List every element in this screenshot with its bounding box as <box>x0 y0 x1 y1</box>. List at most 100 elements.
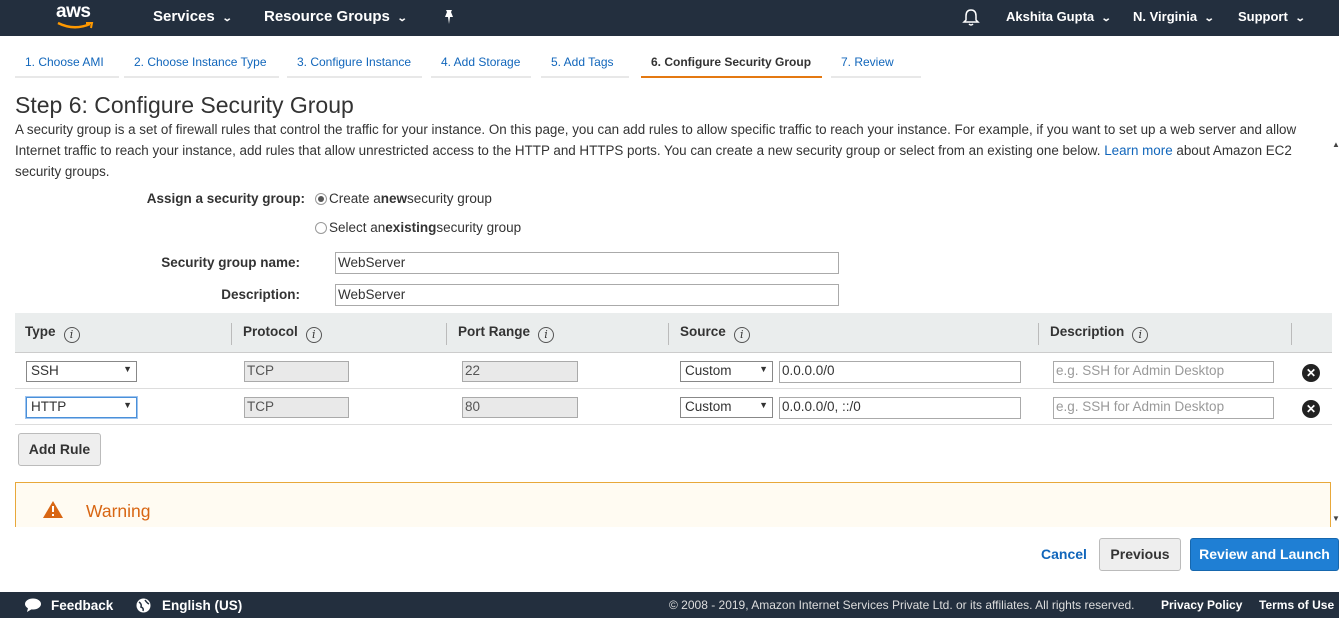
security-group-name-input[interactable]: WebServer <box>335 252 839 274</box>
source-mode-select[interactable]: Custom ▼ <box>680 397 773 418</box>
column-divider <box>1038 323 1039 345</box>
source-mode-value: Custom <box>685 363 732 378</box>
source-mode-value: Custom <box>685 399 732 414</box>
chevron-down-icon: ⌄ <box>1100 13 1112 24</box>
aws-smile-icon <box>57 21 94 29</box>
feedback-link[interactable]: Feedback <box>51 592 113 618</box>
footer-bar: Feedback English (US) © 2008 - 2019, Ama… <box>0 592 1339 618</box>
port-range-field: 80 <box>462 397 578 418</box>
header-description-label: Description <box>1050 324 1125 339</box>
resource-groups-menu[interactable]: Resource Groups ⌄ <box>264 0 408 36</box>
header-protocol-label: Protocol <box>243 324 298 339</box>
header-description: Description i <box>1040 313 1149 353</box>
radio-button-selected[interactable] <box>315 192 327 205</box>
tab-choose-instance-type[interactable]: 2. Choose Instance Type <box>124 51 279 78</box>
aws-logo[interactable]: aws <box>54 1 104 33</box>
user-menu[interactable]: Akshita Gupta ⌄ <box>1006 0 1112 36</box>
support-menu[interactable]: Support ⌄ <box>1238 0 1306 36</box>
chevron-down-icon: ⌄ <box>1203 13 1215 24</box>
radio-existing-text: Select an <box>329 220 386 235</box>
language-selector[interactable]: English (US) <box>162 592 242 618</box>
header-port-range: Port Range i <box>448 313 555 353</box>
chevron-down-icon: ⌄ <box>221 13 233 24</box>
column-divider <box>231 323 232 345</box>
radio-existing-bold: existing <box>385 220 437 235</box>
tab-add-storage[interactable]: 4. Add Storage <box>431 51 531 78</box>
info-icon[interactable]: i <box>305 327 322 343</box>
radio-create-new[interactable]: Create a new security group <box>315 191 492 206</box>
chevron-down-icon: ⌄ <box>1294 13 1306 24</box>
feedback-icon <box>25 598 41 612</box>
bell-icon[interactable] <box>962 8 980 27</box>
pin-icon[interactable] <box>441 9 457 25</box>
radio-new-text: Create a <box>329 191 381 206</box>
tab-add-tags[interactable]: 5. Add Tags <box>541 51 629 78</box>
port-range-field: 22 <box>462 361 578 382</box>
radio-new-bold: new <box>380 191 408 206</box>
support-label: Support <box>1238 9 1288 24</box>
learn-more-link[interactable]: Learn more <box>1104 143 1172 158</box>
globe-icon <box>136 598 151 613</box>
type-select[interactable]: HTTP ▼ <box>26 397 137 418</box>
review-and-launch-button[interactable]: Review and Launch <box>1190 538 1339 571</box>
header-type-label: Type <box>25 324 56 339</box>
tab-review[interactable]: 7. Review <box>831 51 921 78</box>
privacy-policy-link[interactable]: Privacy Policy <box>1161 592 1242 618</box>
header-source: Source i <box>670 313 750 353</box>
top-navigation-bar: aws Services ⌄ Resource Groups ⌄ Akshita G… <box>0 0 1339 36</box>
add-rule-button[interactable]: Add Rule <box>18 433 101 466</box>
radio-existing-text: security group <box>436 220 522 235</box>
terms-of-use-link[interactable]: Terms of Use <box>1259 592 1334 618</box>
protocol-field: TCP <box>244 361 349 382</box>
assign-security-group-label: Assign a security group: <box>146 191 305 206</box>
rule-description-input[interactable]: e.g. SSH for Admin Desktop <box>1053 397 1274 419</box>
aws-logo-text: aws <box>56 1 91 22</box>
source-cidr-input[interactable]: 0.0.0.0/0, ::/0 <box>779 397 1021 419</box>
radio-select-existing[interactable]: Select an existing security group <box>315 220 521 235</box>
user-name: Akshita Gupta <box>1006 9 1095 24</box>
header-port-range-label: Port Range <box>458 324 531 339</box>
region-label: N. Virginia <box>1133 9 1198 24</box>
services-menu[interactable]: Services ⌄ <box>153 0 233 36</box>
radio-button[interactable] <box>315 221 327 234</box>
radio-new-text: security group <box>407 191 492 206</box>
rules-table-header: Type i Protocol i Port Range i Source i Desc… <box>15 313 1332 353</box>
table-row: SSH ▼ TCP 22 Custom ▼ 0.0.0.0/0 e.g. SSH f… <box>15 353 1332 389</box>
tab-configure-security-group[interactable]: 6. Configure Security Group <box>641 51 822 78</box>
intro-text: A security group is a set of firewall ru… <box>15 119 1325 182</box>
region-menu[interactable]: N. Virginia ⌄ <box>1133 0 1215 36</box>
security-group-name-label: Security group name: <box>161 255 300 270</box>
dropdown-arrow-icon: ▼ <box>759 364 768 374</box>
tab-configure-instance[interactable]: 3. Configure Instance <box>287 51 422 78</box>
delete-rule-icon[interactable]: ✕ <box>1302 400 1320 418</box>
rule-description-input[interactable]: e.g. SSH for Admin Desktop <box>1053 361 1274 383</box>
scroll-up-icon[interactable]: ▲ <box>1332 140 1339 149</box>
scrollbar[interactable]: ▲ ▼ <box>1331 140 1339 525</box>
dropdown-arrow-icon: ▼ <box>123 364 132 374</box>
description-label: Description: <box>221 287 300 302</box>
dropdown-arrow-icon: ▼ <box>123 400 132 410</box>
info-icon[interactable]: i <box>63 327 80 343</box>
tab-choose-ami[interactable]: 1. Choose AMI <box>15 51 119 78</box>
delete-rule-icon[interactable]: ✕ <box>1302 364 1320 382</box>
source-mode-select[interactable]: Custom ▼ <box>680 361 773 382</box>
description-input[interactable]: WebServer <box>335 284 839 306</box>
info-icon[interactable]: i <box>538 327 555 343</box>
table-row: HTTP ▼ TCP 80 Custom ▼ 0.0.0.0/0, ::/0 e.g… <box>15 389 1332 425</box>
services-label: Services <box>153 8 215 25</box>
cancel-button[interactable]: Cancel <box>1041 546 1087 562</box>
scroll-down-icon[interactable]: ▼ <box>1332 514 1339 523</box>
type-select[interactable]: SSH ▼ <box>26 361 137 382</box>
source-cidr-input[interactable]: 0.0.0.0/0 <box>779 361 1021 383</box>
column-divider <box>1291 323 1292 345</box>
info-icon[interactable]: i <box>733 327 750 343</box>
warning-icon <box>43 501 63 518</box>
protocol-field: TCP <box>244 397 349 418</box>
header-source-label: Source <box>680 324 726 339</box>
previous-button[interactable]: Previous <box>1099 538 1181 571</box>
warning-title: Warning <box>86 501 151 521</box>
header-protocol: Protocol i <box>233 313 322 353</box>
chevron-down-icon: ⌄ <box>396 13 408 24</box>
warning-box: Warning <box>15 482 1331 527</box>
info-icon[interactable]: i <box>1132 327 1149 343</box>
